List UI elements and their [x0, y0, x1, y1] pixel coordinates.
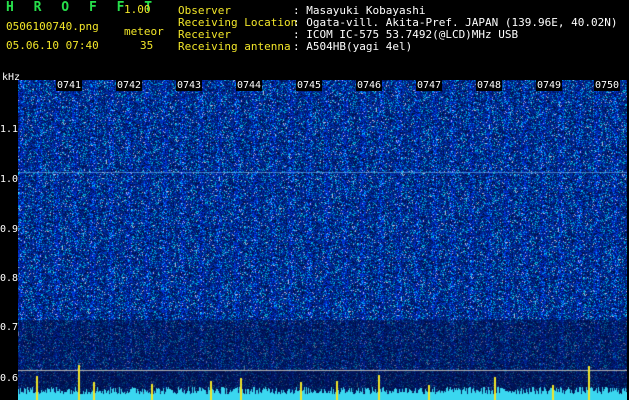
- time-tick-label: 0748: [476, 80, 503, 91]
- y-tick-label: 1.0: [0, 174, 19, 185]
- time-tick-label: 0747: [416, 80, 443, 91]
- time-tick-label: 0741: [56, 80, 83, 91]
- time-tick-label: 0746: [356, 80, 383, 91]
- time-tick-label: 0744: [236, 80, 263, 91]
- y-tick-label: 0.9: [0, 224, 19, 235]
- meteor-label: meteor: [124, 25, 164, 38]
- time-tick-label: 0745: [296, 80, 323, 91]
- y-tick-label: 0.7: [0, 322, 19, 333]
- time-tick-label: 0743: [176, 80, 203, 91]
- app-version: 1.00: [124, 3, 151, 16]
- info-value-antenna: : A504HB(yagi 4el): [293, 40, 413, 53]
- y-tick-label: 0.6: [0, 373, 19, 384]
- meteor-count: 35: [140, 39, 154, 52]
- time-tick-label: 0750: [594, 80, 621, 91]
- time-tick-label: 0742: [116, 80, 143, 91]
- spectrogram-plot: [18, 80, 627, 400]
- info-label-antenna: Receiving antenna: [178, 40, 291, 53]
- datetime: 05.06.10 07:40: [6, 39, 99, 52]
- y-tick-label: 0.8: [0, 273, 19, 284]
- time-tick-label: 0749: [536, 80, 563, 91]
- filename: 0506100740.png: [6, 20, 99, 33]
- y-tick-label: 1.1: [0, 124, 19, 135]
